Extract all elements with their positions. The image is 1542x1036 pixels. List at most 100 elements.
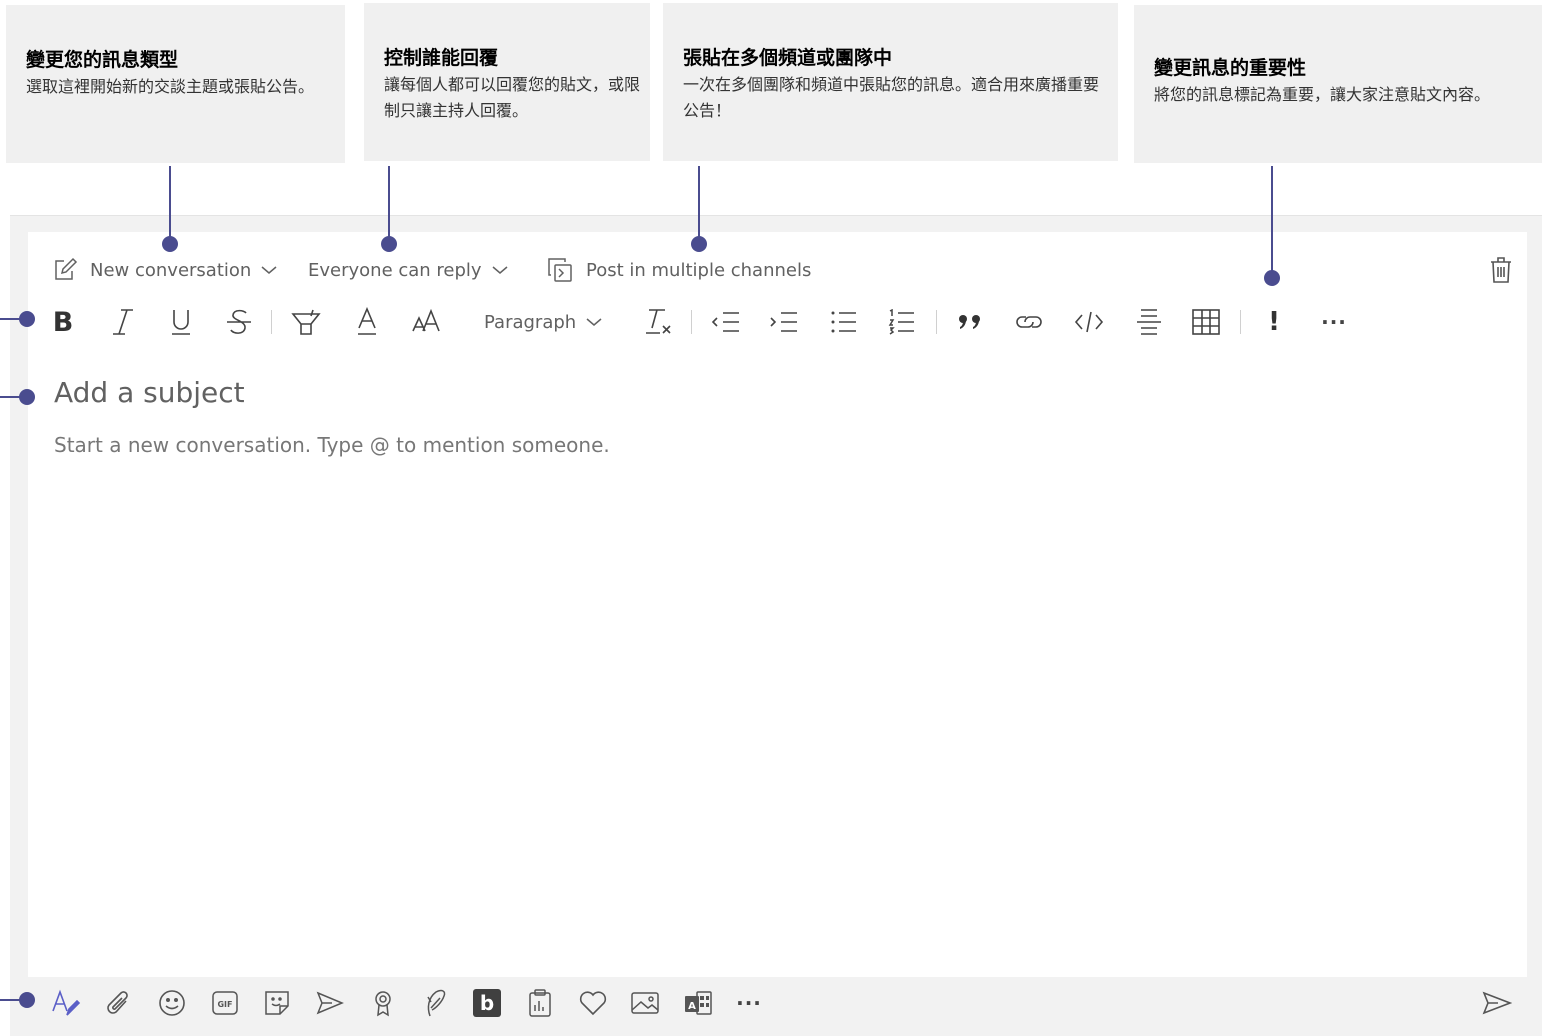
insert-table-button[interactable] (1188, 304, 1224, 340)
mark-important-button[interactable]: ! (1260, 304, 1288, 340)
chevron-down-icon (261, 266, 277, 274)
callout-description: 將您的訊息標記為重要，讓大家注意貼文內容。 (1154, 85, 1491, 104)
multi-channel-icon (548, 258, 572, 282)
svg-text:A: A (688, 1001, 696, 1012)
sticker-button[interactable] (260, 986, 294, 1020)
bulleted-list-button[interactable] (828, 304, 860, 340)
emoji-button[interactable] (155, 986, 189, 1020)
font-size-icon (412, 309, 440, 332)
quote-icon (959, 315, 980, 329)
post-multiple-channels-button[interactable]: Post in multiple channels (546, 256, 811, 284)
compose-actions-bar: GIF b A ··· (28, 980, 1527, 1026)
more-formatting-button[interactable]: ··· (1314, 304, 1354, 340)
code-icon (1074, 311, 1104, 333)
code-snippet-button[interactable] (1072, 304, 1106, 340)
connector-dot (19, 992, 35, 1008)
callout-importance: 變更訊息的重要性 將您的訊息標記為重要，讓大家注意貼文內容。 (1134, 5, 1542, 163)
connector-line (698, 166, 700, 244)
callout-description: 選取這裡開始新的交談主題或張貼公告。 (26, 77, 315, 96)
connector-dot (381, 236, 397, 252)
subject-input[interactable]: Add a subject (54, 376, 245, 409)
numbered-list-button[interactable] (886, 304, 918, 340)
forms-button[interactable] (523, 986, 557, 1020)
new-conversation-label: New conversation (90, 259, 252, 281)
underline-icon (172, 310, 190, 335)
decrease-indent-icon (711, 312, 739, 332)
clipboard-chart-icon (529, 989, 551, 1017)
insert-link-button[interactable] (1012, 304, 1046, 340)
send-button[interactable] (1480, 986, 1514, 1020)
feather-icon (427, 989, 446, 1017)
sticker-icon (265, 991, 289, 1015)
font-size-button[interactable] (408, 304, 444, 340)
gif-label: GIF (217, 1000, 232, 1009)
important-glyph: ! (1268, 307, 1280, 337)
image-button[interactable] (628, 986, 662, 1020)
highlight-button[interactable] (290, 304, 322, 340)
new-conversation-dropdown[interactable]: New conversation (52, 256, 277, 284)
image-icon (631, 992, 659, 1014)
connector-line (388, 166, 390, 244)
callout-title: 變更您的訊息類型 (26, 49, 179, 71)
toolbar-divider (271, 310, 272, 334)
app-button[interactable]: A (681, 986, 715, 1020)
callout-title: 張貼在多個頻道或團隊中 (683, 47, 893, 69)
connector-dot (1264, 270, 1280, 286)
discard-button[interactable] (1489, 256, 1513, 289)
font-color-button[interactable] (352, 304, 382, 340)
clear-formatting-icon (646, 309, 671, 334)
font-color-icon (358, 307, 376, 335)
more-glyph: ··· (736, 991, 762, 1015)
toolbar-divider (936, 310, 937, 334)
toolbar-divider (1240, 310, 1241, 334)
decrease-indent-button[interactable] (710, 304, 742, 340)
more-glyph: ··· (1321, 310, 1347, 334)
reply-permission-dropdown[interactable]: Everyone can reply (308, 256, 508, 284)
schedule-meeting-button[interactable] (313, 986, 347, 1020)
paragraph-dropdown[interactable]: Paragraph (484, 304, 608, 340)
bing-search-button[interactable]: b (470, 986, 504, 1020)
format-toggle-button[interactable] (49, 986, 83, 1020)
praise-heart-button[interactable] (576, 986, 610, 1020)
paragraph-label: Paragraph (484, 311, 577, 333)
send-arrow-outline-icon (316, 991, 344, 1015)
quote-button[interactable] (954, 304, 986, 340)
callout-multi-channel: 張貼在多個頻道或團隊中 一次在多個團隊和頻道中張貼您的訊息。適合用來廣播重要公告… (663, 3, 1118, 161)
underline-button[interactable] (166, 304, 196, 340)
gif-button[interactable]: GIF (208, 986, 242, 1020)
award-icon (375, 991, 391, 1017)
more-apps-button[interactable]: ··· (732, 986, 766, 1020)
increase-indent-icon (770, 312, 797, 332)
connector-line (1271, 166, 1273, 278)
gif-icon: GIF (212, 991, 238, 1015)
heart-icon (579, 991, 607, 1016)
italic-button[interactable] (108, 304, 138, 340)
increase-indent-button[interactable] (768, 304, 800, 340)
compose-box: New conversation Everyone can reply Post… (28, 232, 1527, 977)
callout-reply-control: 控制誰能回覆 讓每個人都可以回覆您的貼文，或限制只讓主持人回覆。 (364, 3, 650, 161)
paperclip-icon (107, 991, 128, 1014)
clear-formatting-button[interactable] (642, 304, 674, 340)
highlighter-icon (291, 309, 321, 335)
toolbar-divider (691, 310, 692, 334)
callout-message-type: 變更您的訊息類型 選取這裡開始新的交談主題或張貼公告。 (6, 5, 345, 163)
table-icon (1192, 309, 1220, 335)
bulleted-list-icon (831, 311, 856, 333)
format-pen-icon (52, 989, 81, 1016)
message-body-input[interactable]: Start a new conversation. Type @ to ment… (54, 433, 610, 457)
reply-permission-label: Everyone can reply (308, 259, 482, 281)
callout-description: 讓每個人都可以回覆您的貼文，或限制只讓主持人回覆。 (384, 75, 641, 120)
strikethrough-button[interactable] (224, 304, 254, 340)
connector-dot (19, 389, 35, 405)
attach-file-button[interactable] (102, 986, 136, 1020)
connector-dot (162, 236, 178, 252)
horizontal-rule-button[interactable] (1132, 304, 1166, 340)
trash-icon (1491, 257, 1511, 283)
callout-title: 變更訊息的重要性 (1154, 57, 1307, 79)
praise-button[interactable] (366, 986, 400, 1020)
connector-dot (691, 236, 707, 252)
callout-description: 一次在多個團隊和頻道中張貼您的訊息。適合用來廣播重要公告！ (683, 75, 1100, 120)
stream-button[interactable] (418, 986, 452, 1020)
emoji-icon (159, 990, 185, 1016)
bold-button[interactable]: B (48, 304, 78, 340)
